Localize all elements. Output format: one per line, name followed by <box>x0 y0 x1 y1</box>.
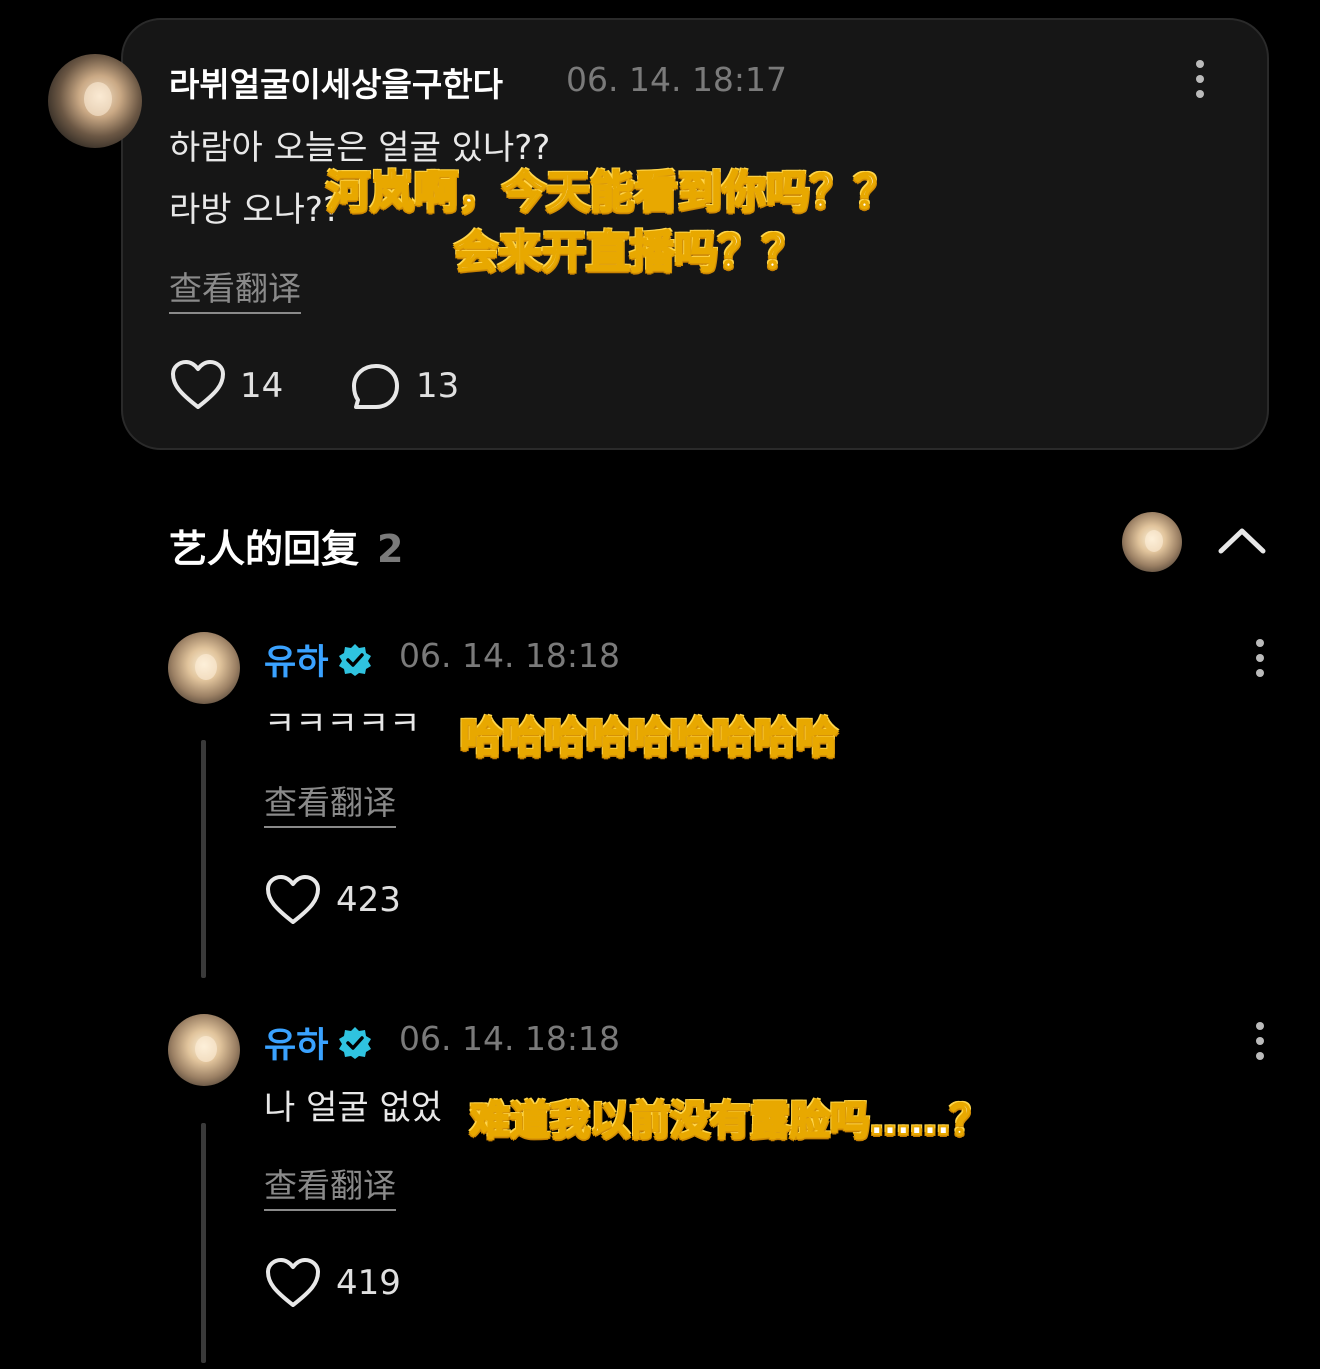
reply2-more-icon[interactable] <box>1255 1022 1265 1060</box>
commenter-avatar[interactable] <box>48 54 142 148</box>
commenter-username[interactable]: 라뷔얼굴이세상을구한다 <box>169 58 503 106</box>
reply2-subtitle: 难道我以前没有露脸吗……？ <box>469 1097 991 1145</box>
comment-text-line2: 라방 오나?? <box>169 190 342 230</box>
reply1-artist-name[interactable]: 유하 <box>264 634 328 685</box>
like-icon[interactable] <box>170 359 226 411</box>
reply-icon[interactable] <box>350 362 402 412</box>
reply1-avatar[interactable] <box>168 632 240 704</box>
collapse-chevron-up-icon[interactable] <box>1217 525 1267 555</box>
reply2-translate-link[interactable]: 查看翻译 <box>264 1159 396 1211</box>
reply1-timestamp: 06. 14. 18:18 <box>399 636 621 675</box>
reply2-header: 유하 <box>264 1017 372 1068</box>
verified-badge-icon <box>339 1026 372 1059</box>
verified-badge-icon <box>339 643 372 676</box>
comment-timestamp: 06. 14. 18:17 <box>566 60 788 99</box>
reply2-text: 나 얼굴 없었 <box>264 1088 443 1128</box>
reply1-header: 유하 <box>264 634 372 685</box>
reply2-timestamp: 06. 14. 18:18 <box>399 1019 621 1058</box>
artist-replies-header: 艺人的回复 2 <box>169 518 403 573</box>
reply1-thread-line <box>201 740 206 978</box>
reply2-thread-line <box>201 1123 206 1363</box>
comment-reply-count: 13 <box>416 366 460 406</box>
reply1-like-count: 423 <box>336 880 401 920</box>
reply2-like-icon[interactable] <box>265 1257 321 1309</box>
comment-more-icon[interactable] <box>1195 60 1205 98</box>
artist-replies-count: 2 <box>377 527 404 571</box>
reply2-avatar[interactable] <box>168 1014 240 1086</box>
reply1-subtitle: 哈哈哈哈哈哈哈哈哈 <box>459 712 839 763</box>
reply1-text: ㅋㅋㅋㅋㅋ <box>264 704 421 744</box>
avatar-face <box>83 82 112 117</box>
comment-translate-link[interactable]: 查看翻译 <box>169 262 301 314</box>
reply1-more-icon[interactable] <box>1255 639 1265 677</box>
reply1-translate-link[interactable]: 查看翻译 <box>264 776 396 828</box>
comment-subtitle-line1: 河岚啊，今天能看到你吗？？ <box>325 166 899 219</box>
comment-subtitle-line2: 会来开直播吗？？ <box>453 226 807 279</box>
reply2-like-count: 419 <box>336 1263 401 1303</box>
artist-replies-title: 艺人的回复 <box>169 527 360 571</box>
reply1-like-icon[interactable] <box>265 874 321 926</box>
artist-avatar-small <box>1122 512 1182 572</box>
comment-like-count: 14 <box>240 366 284 406</box>
reply2-artist-name[interactable]: 유하 <box>264 1017 328 1068</box>
